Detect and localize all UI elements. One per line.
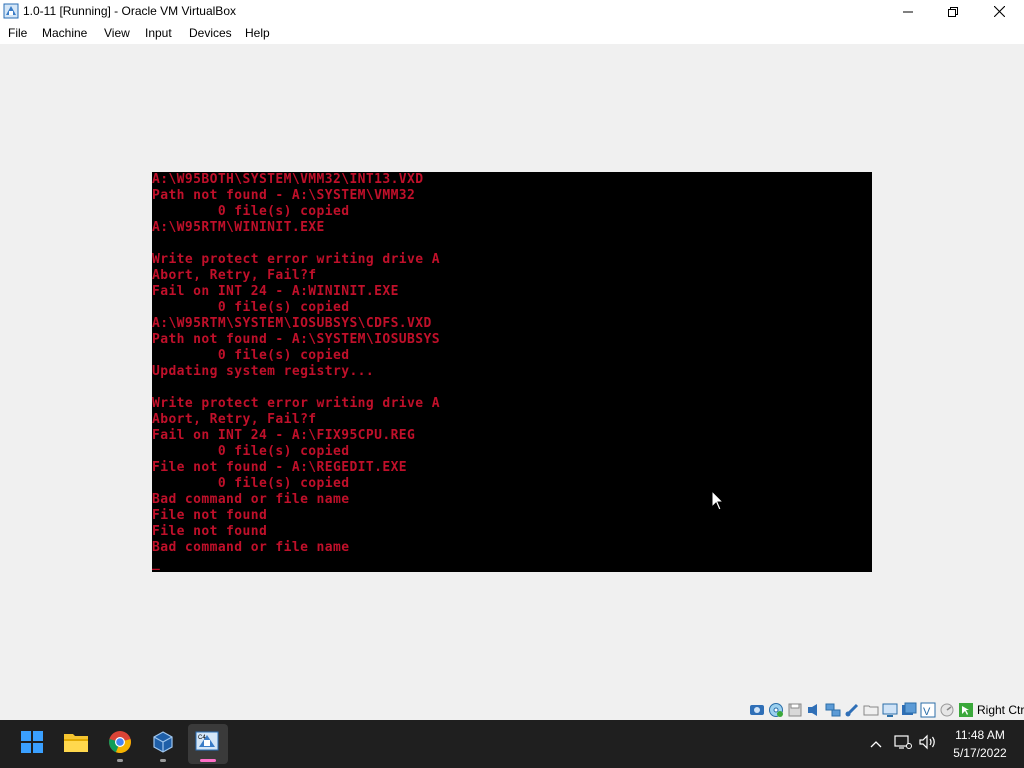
terminal-line: Path not found - A:\SYSTEM\IOSUBSYS xyxy=(152,332,440,347)
terminal-line: Fail on INT 24 - A:WININIT.EXE xyxy=(152,284,399,299)
taskbar-file-explorer[interactable] xyxy=(56,724,96,764)
menu-view[interactable]: View xyxy=(104,26,130,40)
restore-icon xyxy=(948,6,958,17)
svg-text:V: V xyxy=(923,706,931,718)
display-icon[interactable] xyxy=(882,702,898,718)
mouse-pointer-icon xyxy=(711,489,725,512)
network-tray-button[interactable] xyxy=(893,734,913,754)
svg-text:C4: C4 xyxy=(198,735,206,741)
terminal-line: A:\W95RTM\SYSTEM\IOSUBSYS\CDFS.VXD xyxy=(152,316,432,331)
usb-icon[interactable] xyxy=(844,702,860,718)
vm-display-area: A:\W95BOTH\SYSTEM\VMM32\INT13.VXD Path n… xyxy=(0,44,1024,700)
terminal-cursor: _ xyxy=(152,556,161,571)
os-taskbar: C4 11:48 AM 5/17/2022 xyxy=(0,720,1024,768)
terminal-line: Path not found - A:\SYSTEM\VMM32 xyxy=(152,188,416,203)
terminal-line: A:\W95RTM\WININIT.EXE xyxy=(152,220,325,235)
speaker-icon xyxy=(918,734,938,755)
terminal-line: Abort, Retry, Fail?f xyxy=(152,268,317,283)
terminal-line: A:\W95BOTH\SYSTEM\VMM32\INT13.VXD xyxy=(152,172,424,187)
terminal-line: 0 file(s) copied xyxy=(152,476,350,491)
terminal-line: Fail on INT 24 - A:\FIX95CPU.REG xyxy=(152,428,416,443)
virtualbox-manager-icon xyxy=(151,730,175,759)
menu-machine[interactable]: Machine xyxy=(42,26,87,40)
running-indicator xyxy=(160,759,166,762)
terminal-line: File not found xyxy=(152,508,268,523)
vm-status-bar: V Right Ctrl xyxy=(0,700,1024,720)
terminal-line: Bad command or file name xyxy=(152,540,350,555)
show-hidden-icons-button[interactable] xyxy=(866,734,886,754)
chrome-icon xyxy=(108,730,132,759)
close-icon xyxy=(993,6,1005,17)
hard-disk-icon[interactable] xyxy=(749,702,765,718)
terminal-line: Abort, Retry, Fail?f xyxy=(152,412,317,427)
terminal-line: File not found xyxy=(152,524,268,539)
active-indicator xyxy=(200,759,216,762)
vm-screen[interactable]: A:\W95BOTH\SYSTEM\VMM32\INT13.VXD Path n… xyxy=(152,172,872,572)
terminal-line: 0 file(s) copied xyxy=(152,444,350,459)
terminal-line: 0 file(s) copied xyxy=(152,204,350,219)
host-key-label: Right Ctrl xyxy=(977,703,1024,717)
menu-bar: File Machine View Input Devices Help xyxy=(0,23,1024,44)
shared-folders-icon[interactable] xyxy=(863,702,879,718)
recording-icon[interactable]: V xyxy=(920,702,936,718)
clock-time[interactable]: 11:48 AM xyxy=(940,728,1020,742)
taskbar-virtualbox-manager[interactable] xyxy=(143,724,183,764)
minimize-button[interactable] xyxy=(885,0,931,23)
terminal-line: Write protect error writing drive A xyxy=(152,396,440,411)
network-status-icon xyxy=(894,734,912,755)
restore-button[interactable] xyxy=(930,0,976,23)
menu-help[interactable]: Help xyxy=(245,26,270,40)
terminal-line: Write protect error writing drive A xyxy=(152,252,440,267)
network-icon[interactable] xyxy=(825,702,841,718)
menu-file[interactable]: File xyxy=(8,26,27,40)
virtualization-icon[interactable] xyxy=(939,702,955,718)
chevron-up-icon xyxy=(870,735,882,753)
volume-tray-button[interactable] xyxy=(918,734,938,754)
virtualbox-vm-icon: C4 xyxy=(195,729,221,760)
mouse-integration-icon[interactable] xyxy=(958,702,974,718)
taskbar-virtualbox-vm[interactable]: C4 xyxy=(188,724,228,764)
close-button[interactable] xyxy=(976,0,1022,23)
minimize-icon xyxy=(903,7,913,17)
file-explorer-icon xyxy=(63,731,89,758)
terminal-line: 0 file(s) copied xyxy=(152,300,350,315)
running-indicator xyxy=(117,759,123,762)
clock-date[interactable]: 5/17/2022 xyxy=(940,746,1020,760)
terminal-line: File not found - A:\REGEDIT.EXE xyxy=(152,460,408,475)
start-icon xyxy=(20,730,44,759)
start-button[interactable] xyxy=(12,724,52,764)
video-capture-icon[interactable] xyxy=(901,702,917,718)
window-titlebar: 1.0-11 [Running] - Oracle VM VirtualBox xyxy=(0,0,1024,23)
terminal-line: 0 file(s) copied xyxy=(152,348,350,363)
audio-icon[interactable] xyxy=(806,702,822,718)
virtualbox-app-icon xyxy=(3,3,19,19)
menu-input[interactable]: Input xyxy=(145,26,172,40)
optical-drive-icon[interactable] xyxy=(768,702,784,718)
floppy-icon[interactable] xyxy=(787,702,803,718)
menu-devices[interactable]: Devices xyxy=(189,26,232,40)
terminal-line: Updating system registry... xyxy=(152,364,375,379)
terminal-line: Bad command or file name xyxy=(152,492,350,507)
taskbar-chrome[interactable] xyxy=(100,724,140,764)
window-title: 1.0-11 [Running] - Oracle VM VirtualBox xyxy=(23,4,236,18)
